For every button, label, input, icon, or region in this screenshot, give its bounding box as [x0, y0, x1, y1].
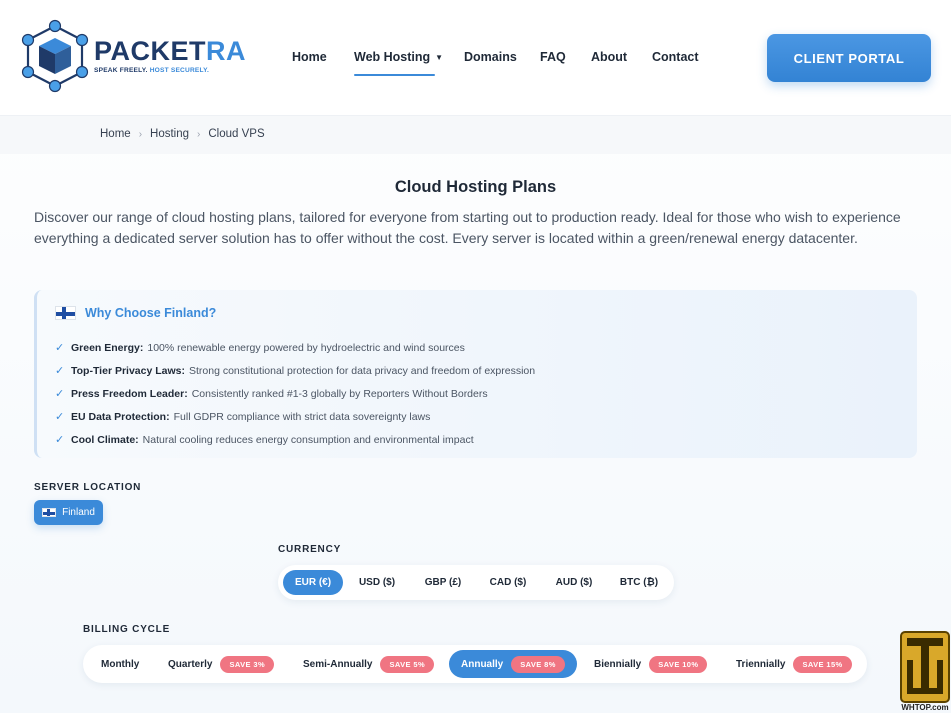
- breadcrumb-home[interactable]: Home: [100, 128, 131, 140]
- check-icon: ✓: [55, 411, 65, 423]
- nav-faq[interactable]: FAQ: [540, 50, 566, 64]
- currency-aud[interactable]: AUD ($): [544, 570, 604, 595]
- breadcrumb: Home › Hosting › Cloud VPS: [100, 128, 265, 140]
- breadcrumb-bar: Home › Hosting › Cloud VPS: [0, 116, 951, 154]
- page-intro: Discover our range of cloud hosting plan…: [34, 209, 901, 246]
- billing-cycle-selector: Monthly Quarterly SAVE 3% Semi-Annually SA…: [83, 645, 867, 683]
- whtop-logo-icon: [900, 631, 950, 703]
- check-icon: ✓: [55, 388, 65, 400]
- save-badge: SAVE 3%: [220, 655, 275, 673]
- reasons-list: ✓ Green Energy: 100% renewable energy powe…: [55, 336, 535, 451]
- watermark-text: WHTOP.com: [901, 703, 949, 712]
- location-finland-button[interactable]: Finland: [34, 500, 103, 525]
- chevron-right-icon: ›: [138, 129, 143, 140]
- breadcrumb-current: Cloud VPS: [208, 128, 265, 140]
- check-icon: ✓: [55, 365, 65, 377]
- billing-quarterly[interactable]: Quarterly SAVE 3%: [168, 650, 275, 678]
- currency-label: CURRENCY: [278, 544, 342, 555]
- server-location-label: SERVER LOCATION: [34, 482, 142, 493]
- client-portal-button[interactable]: CLIENT PORTAL: [767, 34, 931, 82]
- finland-flag-icon: [55, 306, 76, 320]
- list-item: ✓ EU Data Protection: Full GDPR compliance…: [55, 410, 431, 424]
- save-badge: SAVE 15%: [793, 655, 852, 673]
- currency-cad[interactable]: CAD ($): [479, 570, 537, 595]
- nav-home[interactable]: Home: [292, 50, 327, 64]
- check-icon: ✓: [55, 434, 65, 446]
- breadcrumb-hosting[interactable]: Hosting: [150, 128, 189, 140]
- nav-domains[interactable]: Domains: [464, 50, 517, 64]
- chevron-right-icon: ›: [197, 129, 201, 140]
- currency-gbp[interactable]: GBP (£): [413, 570, 473, 595]
- currency-btc[interactable]: BTC (₿): [610, 570, 668, 595]
- currency-usd[interactable]: USD ($): [349, 570, 405, 595]
- nav-contact[interactable]: Contact: [652, 50, 699, 64]
- why-finland-card: Why Choose Finland? ✓ Green Energy: 100% r…: [34, 290, 917, 458]
- site-header: PACKETRA SPEAK FREELY. HOST SECURELY. Ho…: [0, 0, 951, 116]
- nav-web-hosting[interactable]: Web Hosting ▼: [354, 50, 443, 64]
- billing-annually[interactable]: Annually SAVE 8%: [449, 650, 577, 678]
- save-badge: SAVE 10%: [649, 655, 708, 673]
- billing-semi-annually[interactable]: Semi-Annually SAVE 5%: [303, 650, 435, 678]
- finland-flag-icon: [42, 508, 57, 517]
- page-title: Cloud Hosting Plans: [394, 178, 557, 196]
- caret-down-icon: ▼: [435, 53, 444, 62]
- billing-biennially[interactable]: Biennially SAVE 10%: [594, 650, 708, 678]
- billing-triennially[interactable]: Triennially SAVE 15%: [736, 650, 852, 678]
- save-badge: SAVE 5%: [380, 655, 435, 673]
- billing-monthly[interactable]: Monthly: [101, 650, 139, 678]
- list-item: ✓ Top-Tier Privacy Laws: Strong constituti…: [55, 364, 536, 378]
- check-icon: ✓: [55, 342, 65, 354]
- billing-cycle-label: BILLING CYCLE: [83, 624, 171, 635]
- list-item: ✓ Press Freedom Leader: Consistently ranke…: [55, 387, 488, 401]
- list-item: ✓ Cool Climate: Natural cooling reduces en…: [55, 433, 474, 447]
- list-item: ✓ Green Energy: 100% renewable energy powe…: [55, 341, 465, 355]
- card-title: Why Choose Finland?: [85, 306, 217, 320]
- whtop-watermark: WHTOP.com: [899, 630, 951, 713]
- nav-about[interactable]: About: [591, 50, 627, 64]
- currency-selector: EUR (€) USD ($) GBP (£) CAD ($) AUD ($) …: [278, 565, 674, 600]
- currency-eur[interactable]: EUR (€): [283, 570, 343, 595]
- save-badge: SAVE 8%: [511, 655, 565, 673]
- nav-active-indicator: [354, 74, 435, 76]
